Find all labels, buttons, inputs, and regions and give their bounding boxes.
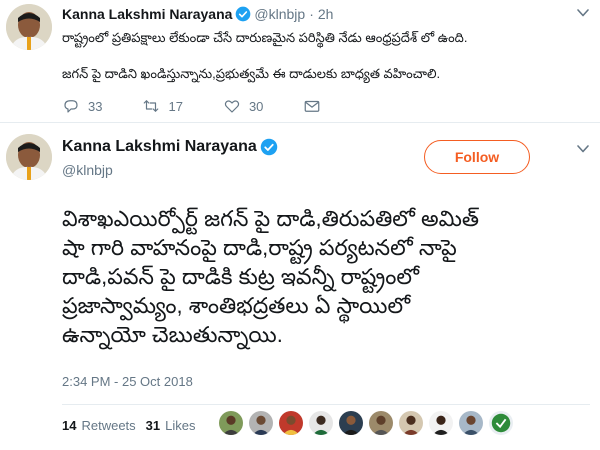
- liker-avatar[interactable]: [218, 410, 244, 436]
- avatar-image: [6, 4, 52, 50]
- liker-avatar[interactable]: [458, 410, 484, 436]
- tweet-header: Kanna Lakshmi Narayana @klnbjp · 2h: [62, 6, 333, 22]
- chevron-down-icon[interactable]: [576, 142, 590, 156]
- author-name[interactable]: Kanna Lakshmi Narayana: [62, 138, 257, 156]
- tweet-stats: 14 Retweets 31 Likes: [62, 418, 206, 433]
- avatar-image: [6, 134, 52, 180]
- avatar[interactable]: [6, 134, 52, 180]
- author-handle[interactable]: @klnbjp: [254, 6, 305, 22]
- follow-button[interactable]: Follow: [424, 140, 530, 174]
- liker-avatar[interactable]: [308, 410, 334, 436]
- reply-button[interactable]: 33: [62, 97, 102, 115]
- verified-badge-icon: [260, 138, 277, 156]
- separator-dot: ·: [309, 6, 314, 22]
- retweets-stat[interactable]: 14 Retweets: [62, 418, 136, 433]
- tweet-text-line: జగన్ పై దాడిని ఖండిస్తున్నాను,ప్రభుత్వమే…: [62, 66, 441, 81]
- tweet-time[interactable]: 2h: [318, 6, 334, 22]
- liker-avatar[interactable]: [278, 410, 304, 436]
- liker-avatar[interactable]: [338, 410, 364, 436]
- divider: [62, 404, 590, 405]
- author-row: Kanna Lakshmi Narayana: [62, 138, 281, 156]
- liker-avatar[interactable]: [488, 410, 514, 436]
- direct-message-button[interactable]: [303, 97, 329, 115]
- tweet-text-line: రాష్ట్రంలో ప్రతిపక్షాలు లేకుండా చేసే దార…: [62, 30, 468, 45]
- author-handle[interactable]: @klnbjp: [62, 162, 113, 178]
- like-button[interactable]: 30: [223, 97, 263, 115]
- tweet-text-line: ఉన్నాయో చెబుతున్నాయి.: [62, 322, 283, 347]
- retweets-label: Retweets: [81, 418, 136, 433]
- reply-count: 33: [88, 98, 103, 114]
- tweet-expanded: Kanna Lakshmi Narayana @klnbjp Follow వి…: [0, 124, 600, 450]
- tweet-body: విశాఖఎయిర్పోర్ట్ జగన్ పై దాడి,తిరుపతిలో …: [62, 204, 582, 349]
- likes-stat[interactable]: 31 Likes: [146, 418, 196, 433]
- retweet-button[interactable]: 17: [142, 97, 183, 115]
- liker-avatar[interactable]: [398, 410, 424, 436]
- retweet-icon: [144, 100, 159, 112]
- like-count: 30: [248, 98, 264, 114]
- avatar[interactable]: [6, 4, 52, 50]
- tweet-text-line: ప్రజాస్వామ్యం, శాంతిభద్రతలు ఏ స్థాయిలో: [62, 293, 411, 318]
- verified-badge-icon: [236, 6, 251, 22]
- likes-label: Likes: [165, 418, 196, 433]
- tweet-actions: 33 17 30: [62, 97, 369, 115]
- chevron-down-icon[interactable]: [576, 6, 590, 20]
- liker-avatar[interactable]: [428, 410, 454, 436]
- liker-avatar[interactable]: [248, 410, 274, 436]
- retweets-count: 14: [62, 418, 77, 433]
- likers-avatars: [218, 410, 518, 436]
- tweet-timestamp[interactable]: 2:34 PM - 25 Oct 2018: [62, 374, 193, 389]
- tweet-text-line: విశాఖఎయిర్పోర్ట్ జగన్ పై దాడి,తిరుపతిలో …: [62, 206, 480, 231]
- retweet-count: 17: [168, 98, 183, 114]
- reply-icon: [64, 100, 78, 113]
- tweet-collapsed[interactable]: Kanna Lakshmi Narayana @klnbjp · 2h రాష్…: [0, 0, 600, 122]
- tweet-text-line: షా గారి వాహనంపై దాడి,రాష్ట్ర పర్యటనలో నా…: [62, 235, 457, 260]
- author-name[interactable]: Kanna Lakshmi Narayana: [62, 6, 232, 22]
- tweet-text-line: దాడి,పవన్ పై దాడికి కుట్ర ఇవన్నీ రాష్ట్ర…: [62, 264, 419, 289]
- likes-count: 31: [145, 418, 161, 433]
- divider: [0, 122, 600, 123]
- liker-avatar[interactable]: [368, 410, 394, 436]
- envelope-icon: [305, 100, 320, 112]
- heart-icon: [224, 100, 240, 113]
